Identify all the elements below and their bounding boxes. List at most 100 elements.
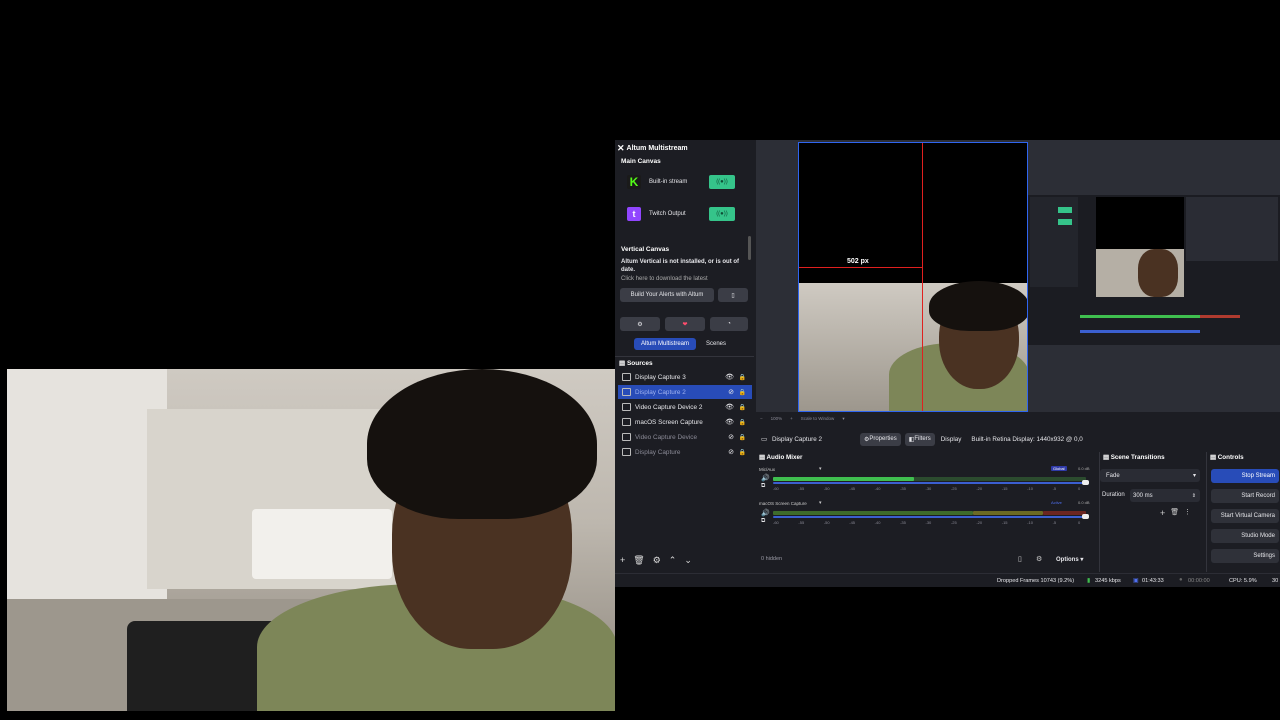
meter-tick-label: -45 (849, 520, 856, 525)
preview-area[interactable]: 502 px (756, 140, 1280, 412)
source-item[interactable]: Video Capture Device ⊘ 🔒 (618, 430, 752, 444)
dock-icon: ▤ (1103, 454, 1111, 461)
zoom-in-icon[interactable]: + (790, 416, 793, 422)
display-select[interactable]: Built-in Retina Display: 1440x932 @ 0,0 (971, 436, 1082, 443)
preview-canvas-selected[interactable]: 502 px (798, 142, 1028, 412)
gear-icon[interactable]: ⚙ (620, 317, 660, 331)
layout-icon[interactable]: ▯ (1018, 555, 1022, 563)
chevron-down-icon: ▾ (1080, 557, 1084, 563)
dock-icon: ▤ (619, 360, 627, 367)
start-virtual-camera-button[interactable]: Start Virtual Camera (1211, 509, 1279, 523)
heart-icon[interactable]: ❤ (665, 317, 705, 331)
volume-slider-track[interactable] (773, 516, 1086, 518)
source-item[interactable]: Video Capture Device 2 👁 🔒 (618, 400, 752, 414)
gear-icon[interactable]: ⚙ (1036, 555, 1042, 563)
arrow-down-icon[interactable]: ⌄ (684, 555, 692, 566)
source-checkbox[interactable] (622, 418, 631, 426)
scale-select[interactable]: Scale to Window (801, 416, 835, 422)
chevron-down-icon[interactable]: ▾ (819, 466, 822, 472)
lock-icon[interactable]: 🔒 (739, 449, 746, 456)
source-item-label: macOS Screen Capture (635, 418, 703, 426)
link-icon[interactable]: ⧉ (761, 518, 765, 525)
eye-hidden-icon[interactable]: ⊘ (728, 448, 734, 456)
chevron-down-icon: ▾ (1192, 473, 1196, 479)
vertical-download-link[interactable]: Click here to download the latest (621, 275, 743, 281)
meter-tick-label: -60 (773, 486, 779, 491)
lock-icon[interactable]: 🔒 (739, 389, 746, 396)
arrow-up-icon[interactable]: ⌃ (669, 555, 677, 566)
speaker-icon[interactable]: 🔊 (761, 509, 770, 517)
controls-dock: ▤ Controls Stop Stream Start Record Star… (1206, 452, 1280, 572)
filters-button[interactable]: ◧ Filters (904, 432, 935, 446)
trash-icon[interactable]: 🗑 (633, 555, 644, 566)
scene-transitions-dock: ▤ Scene Transitions Fade ▾ Duration 300 … (1099, 452, 1206, 572)
copy-icon[interactable]: ▯ (718, 288, 748, 302)
volume-slider-handle[interactable] (1082, 480, 1089, 485)
add-icon[interactable]: + (1160, 508, 1165, 518)
lock-icon[interactable]: 🔒 (739, 419, 746, 426)
guide-line-horizontal (799, 267, 922, 268)
build-alerts-button[interactable]: Build Your Alerts with Altum (620, 288, 714, 302)
trash-icon[interactable]: 🗑 (1170, 508, 1179, 518)
volume-meter-bg-red (1043, 511, 1086, 515)
volume-meter-bg (773, 511, 973, 515)
source-item[interactable]: Display Capture 2 ⊘ 🔒 (618, 385, 752, 399)
eye-icon[interactable]: 👁 (725, 418, 734, 426)
add-icon[interactable]: + (620, 555, 625, 566)
source-item-label: Video Capture Device 2 (635, 403, 703, 411)
tab-scenes[interactable]: Scenes (699, 338, 733, 350)
transition-value: Fade (1106, 472, 1120, 479)
options-menu[interactable]: Options ▾ (1056, 556, 1083, 563)
lock-icon[interactable]: 🔒 (739, 434, 746, 441)
lock-icon[interactable]: 🔒 (739, 404, 746, 411)
meter-tick-label: -10 (1027, 520, 1033, 525)
link-icon[interactable]: ⧉ (761, 483, 765, 490)
gear-icon[interactable]: ⚙ (653, 555, 661, 566)
stepper-icon: ⇕ (1191, 492, 1196, 499)
eye-hidden-icon[interactable]: ⊘ (728, 388, 734, 396)
source-checkbox[interactable] (622, 448, 631, 456)
chevron-down-icon[interactable]: ▾ (819, 500, 822, 506)
tab-altum-multistream[interactable]: Altum Multistream (634, 338, 696, 350)
scrollbar[interactable] (748, 236, 751, 260)
transition-select[interactable]: Fade ▾ (1100, 469, 1200, 482)
eye-icon[interactable]: 👁 (725, 373, 734, 381)
studio-mode-button[interactable]: Studio Mode (1211, 529, 1279, 543)
settings-button[interactable]: Settings (1211, 549, 1279, 563)
volume-slider-handle[interactable] (1082, 514, 1089, 519)
start-record-button[interactable]: Start Record (1211, 489, 1279, 503)
source-item[interactable]: Display Capture ⊘ 🔒 (618, 445, 752, 459)
duration-spinbox[interactable]: 300 ms ⇕ (1130, 489, 1200, 502)
mixer-channel-name: macOS Screen Capture (759, 501, 807, 506)
source-item-label: Display Capture (635, 448, 681, 456)
speaker-icon[interactable]: 🔊 (761, 474, 770, 482)
fps: 30 (1272, 578, 1279, 584)
more-icon[interactable]: ⋮ (1184, 508, 1191, 518)
source-checkbox[interactable] (622, 433, 631, 441)
meter-tick-label: 0 (1078, 520, 1081, 525)
source-checkbox[interactable] (622, 403, 631, 411)
eye-icon[interactable]: 👁 (725, 403, 734, 411)
signal-icon: ▮ (1087, 578, 1091, 584)
preview-webcam-feed (799, 281, 1027, 411)
source-item[interactable]: macOS Screen Capture 👁 🔒 (618, 415, 752, 429)
source-item[interactable]: Display Capture 3 👁 🔒 (618, 370, 752, 384)
mixer-db: 0.0 dB (1078, 466, 1090, 471)
source-checkbox[interactable] (622, 373, 631, 381)
volume-slider-track[interactable] (773, 482, 1086, 484)
chevron-down-icon[interactable]: ▾ (842, 416, 844, 422)
source-checkbox[interactable] (622, 388, 631, 396)
eye-hidden-icon[interactable]: ⊘ (728, 433, 734, 441)
obs-window: ✕ Altum Multistream Main Canvas K Built-… (615, 140, 1280, 587)
meter-tick-label: -25 (950, 486, 957, 491)
toggle-twitch-output[interactable]: ((●)) (709, 207, 735, 221)
toggle-kick-output[interactable]: ((●)) (709, 175, 735, 189)
lock-icon[interactable]: 🔒 (739, 374, 746, 381)
zoom-out-icon[interactable]: − (760, 416, 763, 422)
properties-button[interactable]: ⚙ Properties (859, 432, 901, 446)
close-icon[interactable]: ✕ (617, 143, 625, 154)
stop-stream-button[interactable]: Stop Stream (1211, 469, 1279, 483)
discord-icon[interactable]: ◔ (710, 317, 748, 331)
mixer-badge: Active (1051, 500, 1062, 505)
volume-meter-level (773, 477, 914, 481)
